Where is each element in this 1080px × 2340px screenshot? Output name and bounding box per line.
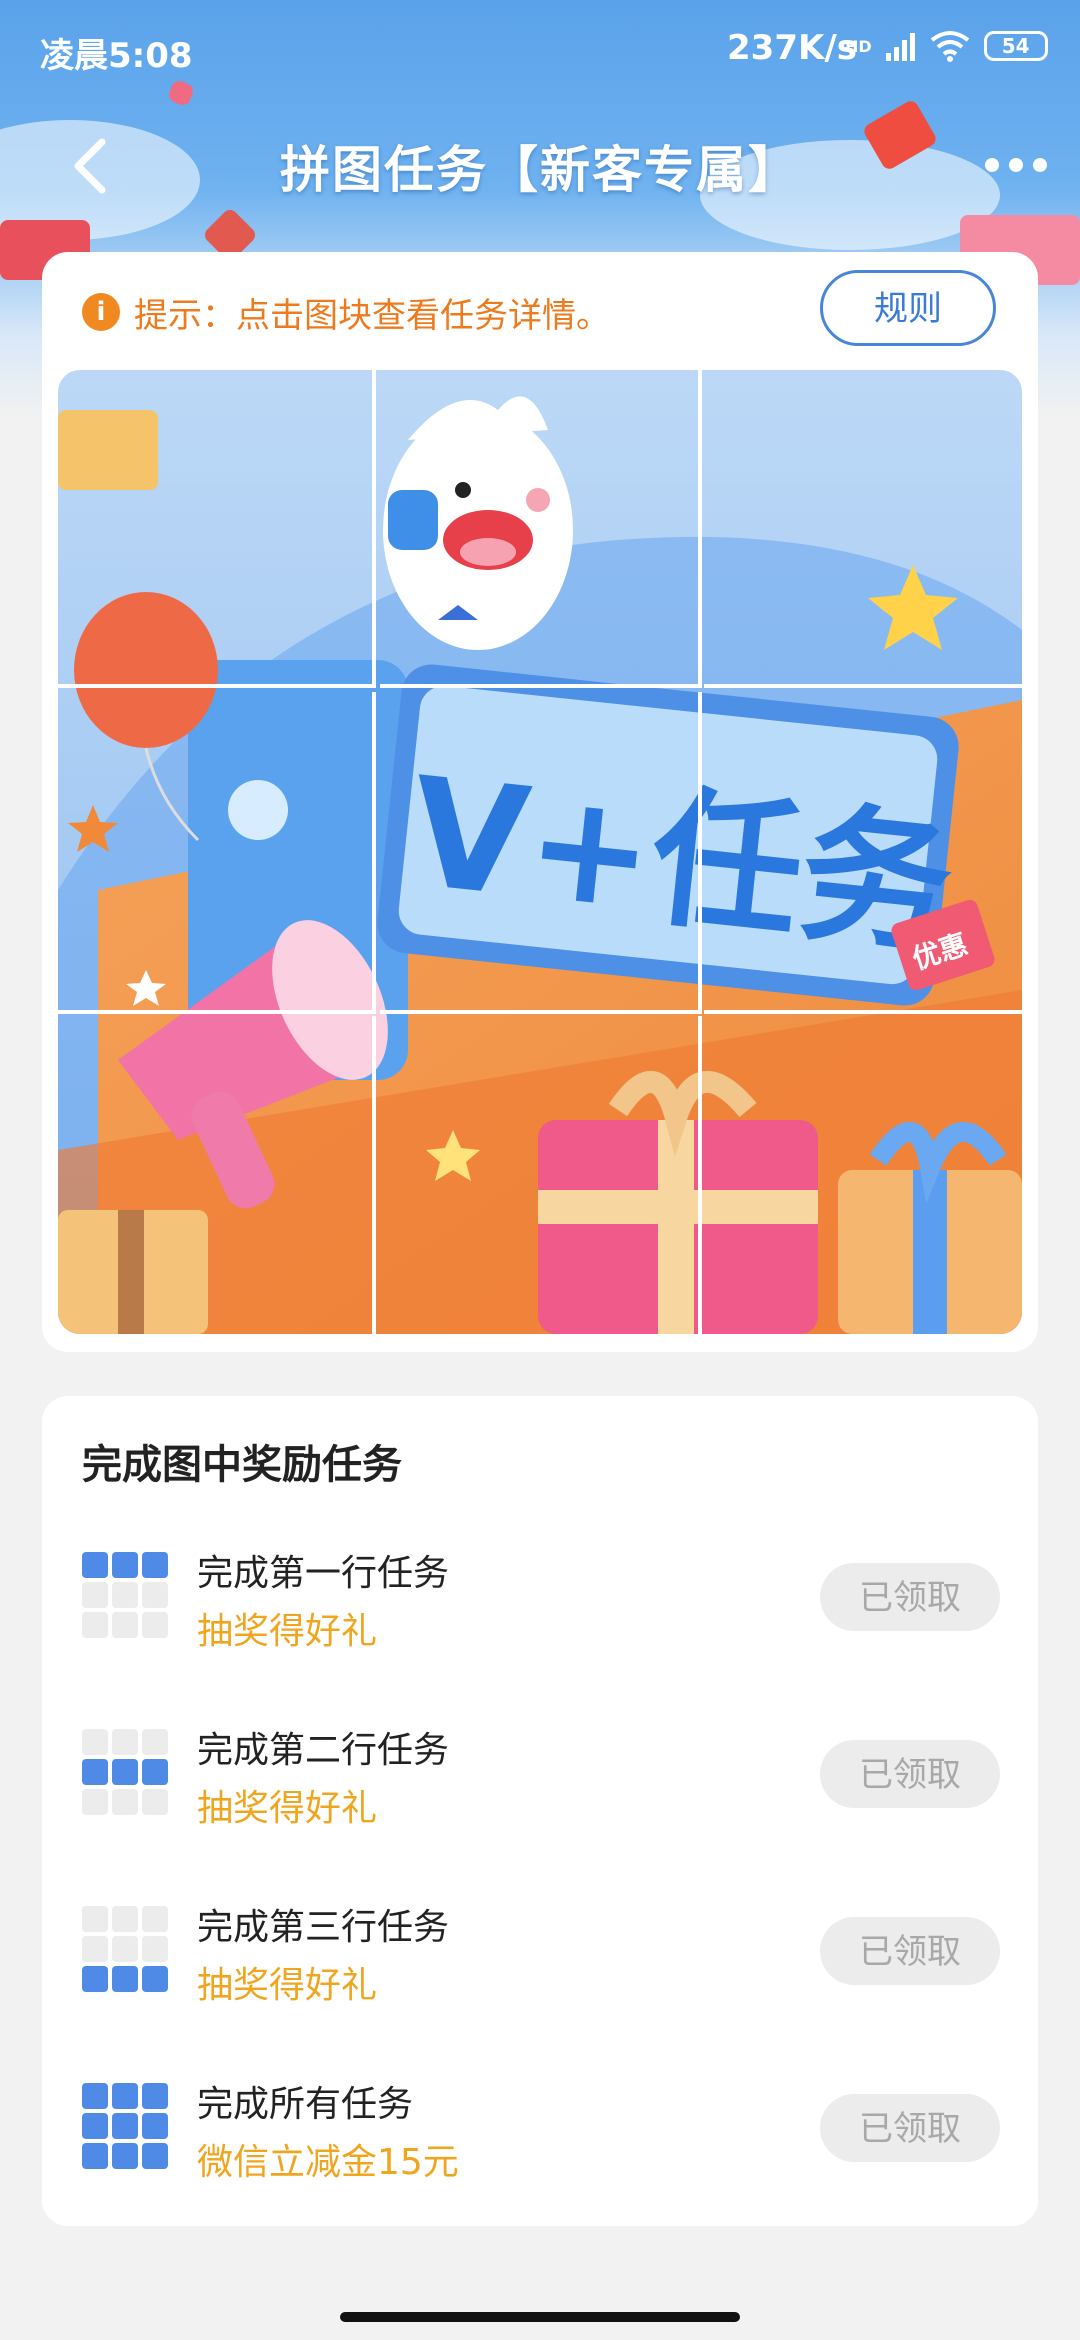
signal-icon <box>885 33 915 61</box>
battery-icon: 54 <box>983 31 1048 61</box>
puzzle-tile-5[interactable] <box>380 692 702 1014</box>
status-time: 凌晨5:08 <box>40 36 193 76</box>
rewards-title: 完成图中奖励任务 <box>82 1442 402 1488</box>
home-indicator[interactable] <box>340 2312 740 2322</box>
row-1-grid-icon <box>82 1552 168 1638</box>
reward-prize: 微信立减金15元 <box>197 2142 459 2183</box>
puzzle-tile-9[interactable] <box>704 1016 1022 1334</box>
all-grid-icon <box>82 2083 168 2169</box>
more-dot <box>1009 158 1023 172</box>
puzzle-tile-4[interactable] <box>58 692 376 1014</box>
status-icons: HD 54 <box>845 30 1048 62</box>
puzzle-card: i 提示：点击图块查看任务详情。 规则 V+任务 优惠 <box>42 252 1038 1352</box>
tip-banner: i 提示：点击图块查看任务详情。 <box>82 282 610 342</box>
reward-row-all: 完成所有任务 微信立减金15元 已领取 <box>42 2067 1038 2187</box>
reward-task: 完成所有任务 <box>197 2084 414 2125</box>
claimed-button[interactable]: 已领取 <box>820 1917 1000 1985</box>
puzzle-tile-2[interactable] <box>380 370 702 688</box>
puzzle-tile-1[interactable] <box>58 370 376 688</box>
rules-button[interactable]: 规则 <box>820 270 996 346</box>
reward-task: 完成第三行任务 <box>197 1907 450 1948</box>
page-title: 拼图任务【新客专属】 <box>280 141 800 199</box>
puzzle-tile-8[interactable] <box>380 1016 702 1334</box>
rewards-card: 完成图中奖励任务 完成第一行任务 抽奖得好礼 已领取 完成第二行任务 抽奖得好礼… <box>42 1396 1038 2226</box>
reward-row-1: 完成第一行任务 抽奖得好礼 已领取 <box>42 1536 1038 1656</box>
puzzle-tile-7[interactable] <box>58 1016 376 1334</box>
reward-prize: 抽奖得好礼 <box>197 1788 378 1829</box>
row-3-grid-icon <box>82 1906 168 1992</box>
row-2-grid-icon <box>82 1729 168 1815</box>
tip-text: 提示：点击图块查看任务详情。 <box>134 295 610 336</box>
claimed-button[interactable]: 已领取 <box>820 1740 1000 1808</box>
claimed-button[interactable]: 已领取 <box>820 2094 1000 2162</box>
puzzle-grid: V+任务 优惠 <box>58 370 1022 1334</box>
reward-task: 完成第一行任务 <box>197 1553 450 1594</box>
reward-prize: 抽奖得好礼 <box>197 1965 378 2006</box>
status-bar: 凌晨5:08 237K/s HD 54 <box>0 0 1080 96</box>
reward-prize: 抽奖得好礼 <box>197 1611 378 1652</box>
puzzle-tile-3[interactable] <box>704 370 1022 688</box>
wifi-icon <box>930 31 969 62</box>
more-button[interactable] <box>985 150 1055 180</box>
info-icon: i <box>82 293 120 331</box>
puzzle-tile-6[interactable] <box>704 692 1022 1014</box>
hd-label: HD <box>845 36 872 56</box>
reward-row-3: 完成第三行任务 抽奖得好礼 已领取 <box>42 1890 1038 2010</box>
claimed-button[interactable]: 已领取 <box>820 1563 1000 1631</box>
network-speed: 237K/s <box>727 28 857 68</box>
reward-row-2: 完成第二行任务 抽奖得好礼 已领取 <box>42 1713 1038 1833</box>
nav-bar: 拼图任务【新客专属】 <box>0 110 1080 220</box>
more-dot <box>985 158 999 172</box>
more-dot <box>1033 158 1047 172</box>
reward-task: 完成第二行任务 <box>197 1730 450 1771</box>
